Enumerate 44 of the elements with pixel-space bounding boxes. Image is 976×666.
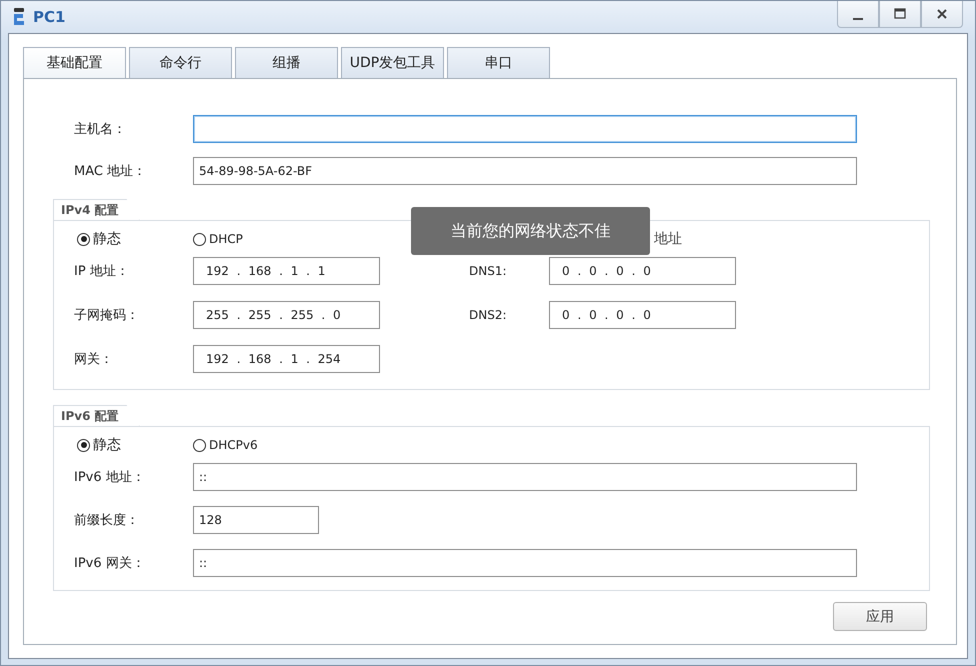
radio-button[interactable] bbox=[77, 438, 90, 452]
input-field[interactable]: :: bbox=[193, 549, 857, 577]
field-label: MAC 地址： bbox=[73, 163, 148, 180]
maximize-button[interactable] bbox=[879, 1, 921, 28]
radio-label: DHCPv6 bbox=[209, 438, 258, 452]
radio-label: 静态 bbox=[93, 436, 121, 454]
close-icon bbox=[936, 8, 948, 20]
tab[interactable]: 基础配置 bbox=[23, 47, 126, 78]
radio-button[interactable] bbox=[193, 232, 206, 246]
radio-button[interactable] bbox=[77, 232, 90, 246]
ip-address-field[interactable]: 192 . 168 . 1 . 1 bbox=[193, 257, 380, 285]
maximize-icon bbox=[894, 8, 906, 20]
field-label: 网关： bbox=[74, 351, 114, 368]
checkbox-label: 地址 bbox=[654, 230, 682, 248]
input-field[interactable]: :: bbox=[193, 463, 857, 491]
tab[interactable]: 串口 bbox=[447, 47, 550, 78]
tab[interactable]: UDP发包工具 bbox=[341, 47, 444, 78]
group-title: IPv6 配置 bbox=[53, 405, 140, 426]
field-label: IPv6 地址： bbox=[74, 469, 146, 486]
close-button[interactable] bbox=[921, 1, 963, 28]
input-field[interactable] bbox=[193, 115, 857, 143]
field-label: 主机名： bbox=[73, 121, 127, 138]
ip-address-field[interactable]: 192 . 168 . 1 . 254 bbox=[193, 345, 380, 373]
field-label: 前缀长度： bbox=[74, 512, 140, 529]
group-title: IPv4 配置 bbox=[53, 199, 140, 220]
field-label: DNS1: bbox=[469, 264, 508, 278]
radio-label: 静态 bbox=[93, 230, 121, 248]
field-label: DNS2: bbox=[469, 308, 508, 322]
input-field[interactable]: 128 bbox=[193, 506, 319, 534]
field-label: IPv6 网关： bbox=[74, 555, 146, 572]
field-label: 子网掩码： bbox=[74, 307, 140, 324]
ip-address-field[interactable]: 0 . 0 . 0 . 0 bbox=[549, 301, 736, 329]
tab[interactable]: 组播 bbox=[235, 47, 338, 78]
ip-address-field[interactable]: 0 . 0 . 0 . 0 bbox=[549, 257, 736, 285]
tab[interactable]: 命令行 bbox=[129, 47, 232, 78]
radio-label: DHCP bbox=[209, 232, 243, 246]
radio-button[interactable] bbox=[193, 438, 206, 452]
ip-address-field[interactable]: 255 . 255 . 255 . 0 bbox=[193, 301, 380, 329]
input-field[interactable]: 54-89-98-5A-62-BF bbox=[193, 157, 857, 185]
window-title: PC1 bbox=[33, 8, 66, 26]
toast-message: 当前您的网络状态不佳 bbox=[411, 207, 650, 255]
field-label: IP 地址： bbox=[74, 263, 130, 280]
apply-button[interactable]: 应用 bbox=[833, 602, 927, 631]
minimize-icon bbox=[853, 18, 863, 20]
